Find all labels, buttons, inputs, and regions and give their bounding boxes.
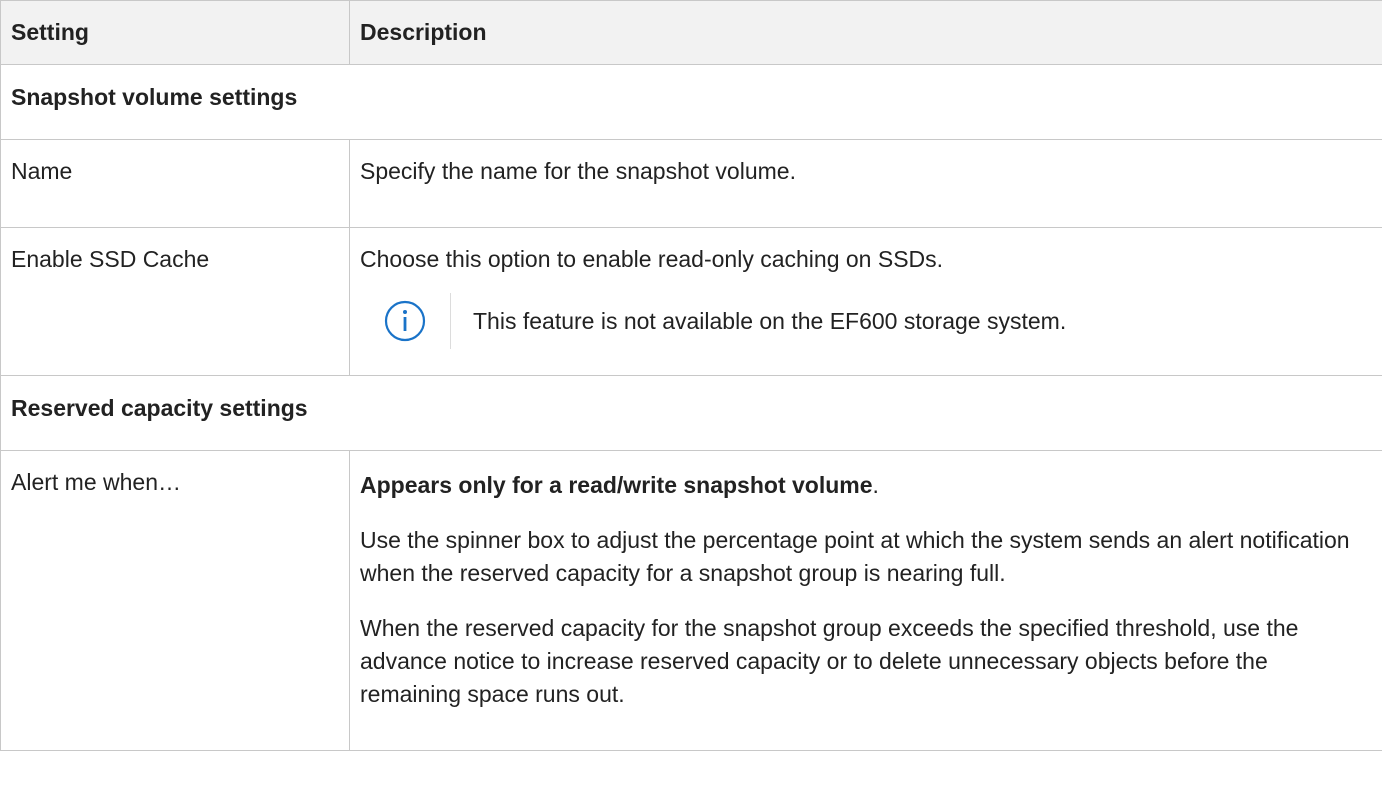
info-icon (360, 293, 450, 349)
table-header-row: Setting Description (0, 0, 1382, 65)
table-row: Alert me when… Appears only for a read/w… (0, 450, 1382, 751)
section-title-snapshot: Snapshot volume settings (0, 64, 1382, 140)
table-row: Name Specify the name for the snapshot v… (0, 139, 1382, 228)
setting-alert: Alert me when… (0, 450, 350, 751)
ssd-description-text: Choose this option to enable read-only c… (360, 246, 944, 272)
setting-ssd-cache: Enable SSD Cache (0, 227, 350, 376)
description-name: Specify the name for the snapshot volume… (349, 139, 1382, 228)
note-text: This feature is not available on the EF6… (473, 308, 1067, 334)
section-title-reserved: Reserved capacity settings (0, 375, 1382, 451)
setting-name: Name (0, 139, 350, 228)
note-divider (450, 293, 451, 349)
table-row: Enable SSD Cache Choose this option to e… (0, 227, 1382, 376)
alert-paragraph-2: When the reserved capacity for the snaps… (360, 615, 1299, 707)
description-alert: Appears only for a read/write snapshot v… (349, 450, 1382, 751)
alert-lead: Appears only for a read/write snapshot v… (360, 469, 1372, 502)
settings-table: Setting Description Snapshot volume sett… (0, 0, 1382, 751)
note-callout: This feature is not available on the EF6… (360, 293, 1372, 349)
alert-paragraph-1: Use the spinner box to adjust the percen… (360, 527, 1350, 586)
section-row-reserved: Reserved capacity settings (0, 375, 1382, 451)
header-description: Description (349, 0, 1382, 65)
section-row-snapshot: Snapshot volume settings (0, 64, 1382, 140)
alert-lead-bold: Appears only for a read/write snapshot v… (360, 472, 873, 498)
header-setting: Setting (0, 0, 350, 65)
alert-lead-suffix: . (872, 472, 879, 498)
description-ssd-cache: Choose this option to enable read-only c… (349, 227, 1382, 376)
